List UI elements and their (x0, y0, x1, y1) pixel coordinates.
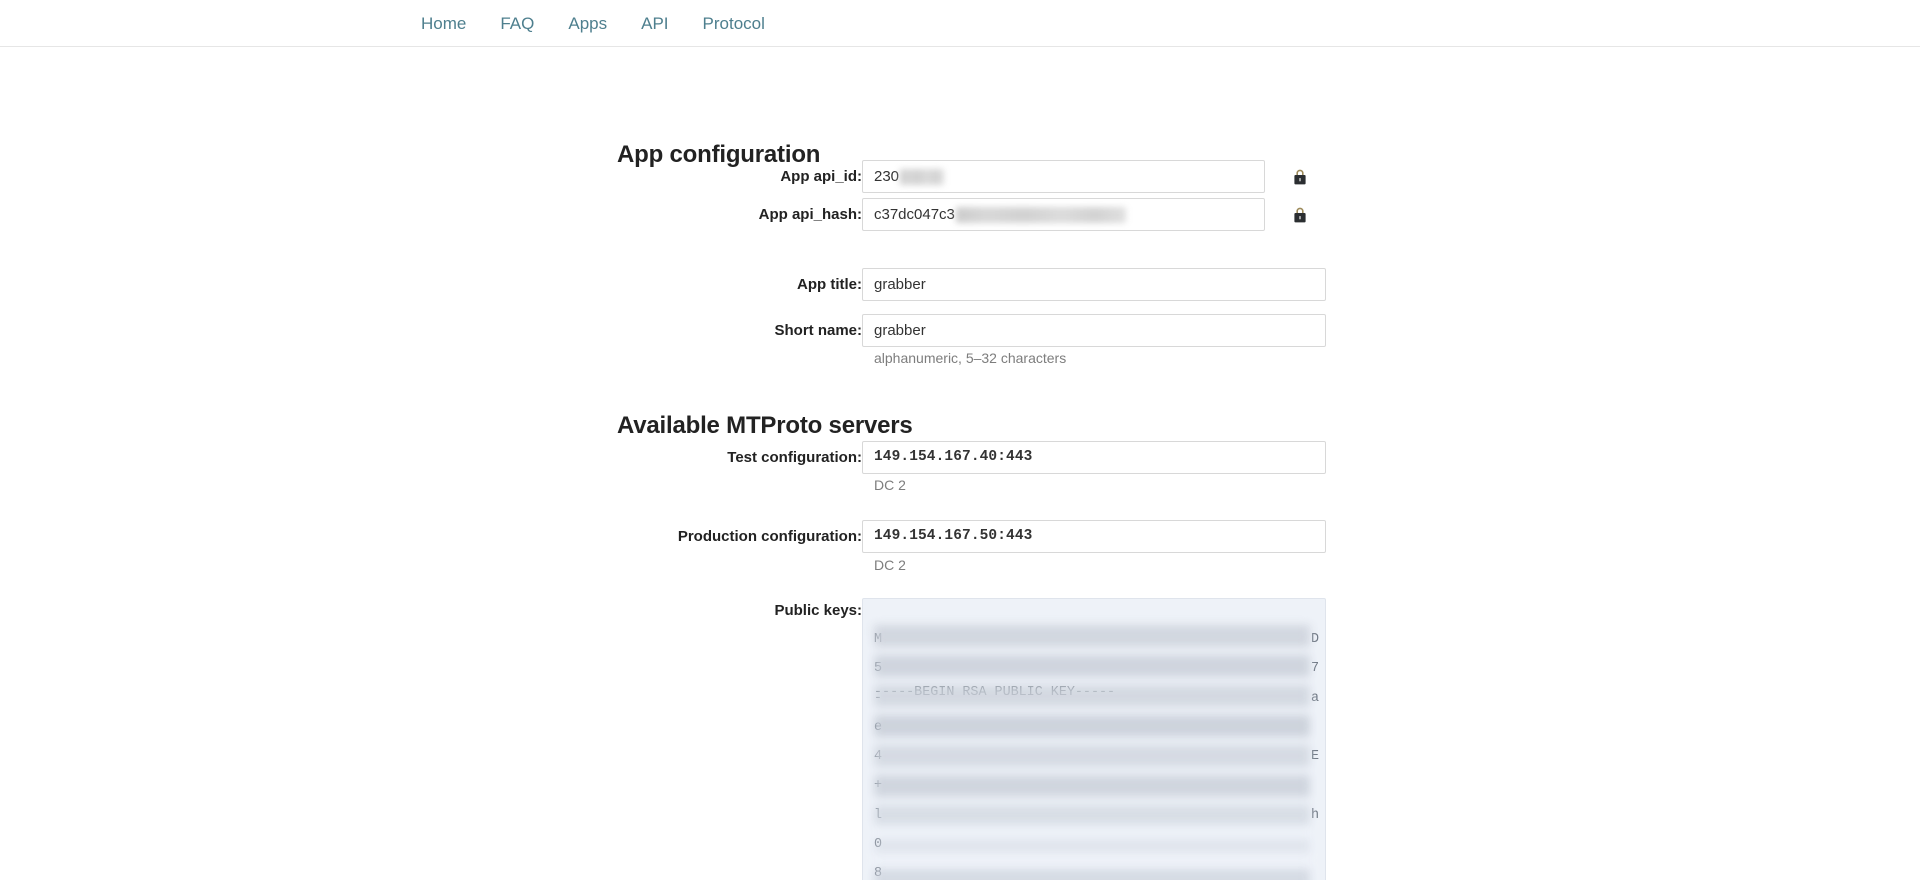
nav-item-apps[interactable]: Apps (551, 0, 624, 47)
section-title-mtproto-servers: Available MTProto servers (617, 411, 913, 439)
input-test-configuration[interactable]: 149.154.167.40:443 (862, 441, 1326, 474)
input-api-id[interactable]: 230 (862, 160, 1265, 193)
hint-short-name: alphanumeric, 5–32 characters (874, 350, 1067, 366)
api-id-redaction (900, 169, 945, 186)
label-api-id: App api_id: (780, 168, 862, 185)
public-key-right-edge-glyphs: D 7 a E h W J (1310, 632, 1319, 823)
label-api-hash: App api_hash: (758, 206, 862, 223)
label-production-configuration: Production configuration: (677, 528, 862, 545)
api-id-value: 230 (874, 168, 900, 185)
nav-item-api[interactable]: API (624, 0, 685, 47)
lock-icon (1293, 168, 1307, 185)
main-nav: Home FAQ Apps API Protocol (404, 0, 782, 47)
form-row-api-id: App api_id: 230 (0, 160, 1920, 194)
nav-item-home[interactable]: Home (404, 0, 483, 47)
input-api-hash[interactable]: c37dc047c3 (862, 198, 1265, 231)
nav-item-faq[interactable]: FAQ (483, 0, 551, 47)
form-row-app-title: App title: grabber (0, 268, 1920, 302)
form-row-api-hash: App api_hash: c37dc047c3 (0, 198, 1920, 232)
input-production-configuration[interactable]: 149.154.167.50:443 (862, 520, 1326, 553)
form-row-test-configuration: Test configuration: 149.154.167.40:443 (0, 441, 1920, 475)
dc-label-production: DC 2 (874, 557, 906, 573)
input-short-name[interactable]: grabber (862, 314, 1326, 347)
label-public-keys: Public keys: (774, 602, 862, 619)
api-hash-redaction (955, 207, 1126, 224)
api-hash-value: c37dc047c3 (874, 206, 955, 223)
site-header: Home FAQ Apps API Protocol (0, 0, 1920, 47)
input-app-title[interactable]: grabber (862, 268, 1326, 301)
form-row-short-name: Short name: grabber (0, 314, 1920, 348)
public-key-redaction (874, 625, 1310, 880)
dc-label-test: DC 2 (874, 477, 906, 493)
form-row-production-configuration: Production configuration: 149.154.167.50… (0, 520, 1920, 554)
public-key-left-edge-glyphs: M 5 - e 4 + l 0 8 + 9 - M 5 w (874, 632, 883, 880)
label-test-configuration: Test configuration: (727, 449, 862, 466)
label-app-title: App title: (797, 276, 862, 293)
lock-icon (1293, 206, 1307, 223)
nav-item-protocol[interactable]: Protocol (686, 0, 782, 47)
textarea-public-keys[interactable]: -----BEGIN RSA PUBLIC KEY----- M 5 - e 4… (862, 598, 1326, 880)
public-key-header-line: -----BEGIN RSA PUBLIC KEY----- (874, 684, 1116, 700)
label-short-name: Short name: (774, 322, 862, 339)
page-content: App configuration App api_id: 230 App ap… (0, 47, 1920, 880)
